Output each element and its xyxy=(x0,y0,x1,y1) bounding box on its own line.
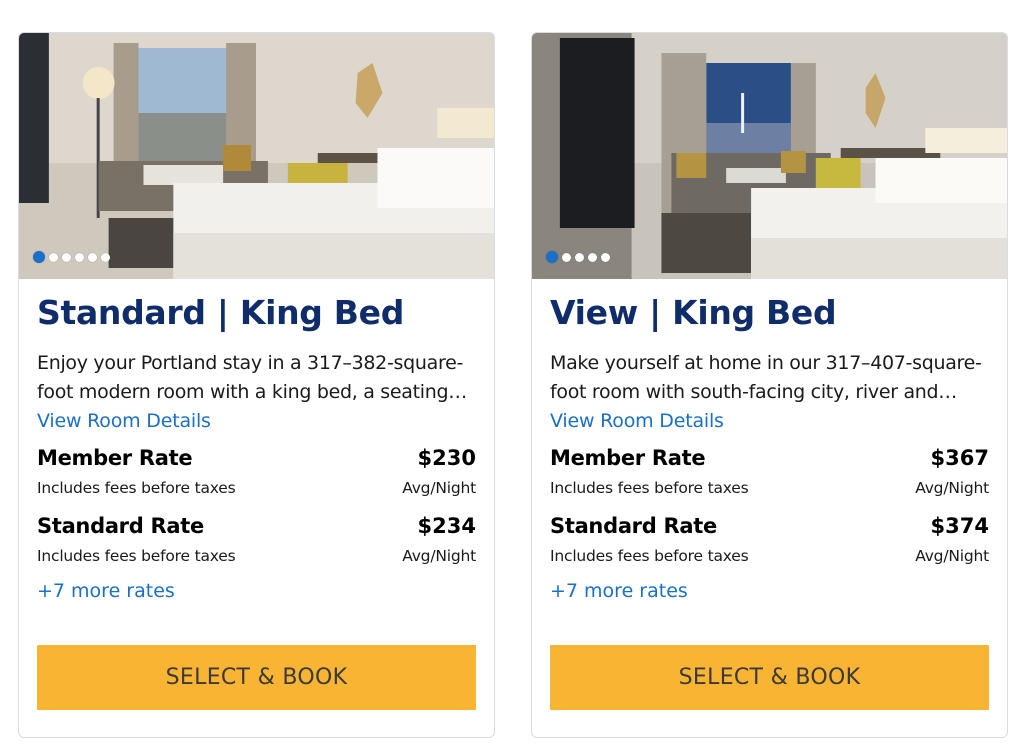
carousel-dot[interactable] xyxy=(75,252,84,262)
rate-name: Standard Rate xyxy=(550,514,717,538)
select-and-book-button[interactable]: SELECT & BOOK xyxy=(550,645,989,710)
rate-name: Member Rate xyxy=(37,446,193,470)
room-description-line: foot modern room with a king bed, a seat… xyxy=(37,381,467,403)
carousel-dot[interactable] xyxy=(588,252,597,262)
rate-name: Member Rate xyxy=(550,446,706,470)
rate-fee-note: Includes fees before taxes xyxy=(37,479,236,497)
room-photo xyxy=(19,33,494,279)
room-photo-carousel[interactable] xyxy=(19,33,494,279)
rate-price: $367 xyxy=(930,446,989,470)
room-card-standard-king: Standard | King Bed Enjoy your Portland … xyxy=(18,32,495,738)
rate-fee-note: Includes fees before taxes xyxy=(550,547,749,565)
carousel-dots xyxy=(546,251,610,263)
carousel-dot[interactable] xyxy=(546,251,558,263)
carousel-dot[interactable] xyxy=(33,251,45,263)
rate-fee-note: Includes fees before taxes xyxy=(550,479,749,497)
room-title: Standard | King Bed xyxy=(37,293,405,332)
room-description-line: foot room with south-facing city, river … xyxy=(550,381,957,403)
more-rates-link[interactable]: +7 more rates xyxy=(37,577,175,605)
rate-unit: Avg/Night xyxy=(915,547,989,565)
room-description-line: Make yourself at home in our 317–407-squ… xyxy=(550,352,982,374)
more-rates-link[interactable]: +7 more rates xyxy=(550,577,688,605)
carousel-dot[interactable] xyxy=(101,252,110,262)
carousel-dot[interactable] xyxy=(601,252,610,262)
room-photo xyxy=(532,33,1007,279)
select-and-book-button[interactable]: SELECT & BOOK xyxy=(37,645,476,710)
rate-unit: Avg/Night xyxy=(915,479,989,497)
rate-name: Standard Rate xyxy=(37,514,204,538)
carousel-dot[interactable] xyxy=(49,252,58,262)
carousel-dots xyxy=(33,251,110,263)
rate-unit: Avg/Night xyxy=(402,479,476,497)
rate-unit: Avg/Night xyxy=(402,547,476,565)
rate-row-standard: Standard Rate $374 Includes fees before … xyxy=(550,509,989,577)
carousel-dot[interactable] xyxy=(575,252,584,262)
room-description: Make yourself at home in our 317–407-squ… xyxy=(550,349,989,407)
carousel-dot[interactable] xyxy=(62,252,71,262)
rate-price: $234 xyxy=(417,514,476,538)
room-photo-carousel[interactable] xyxy=(532,33,1007,279)
rate-row-standard: Standard Rate $234 Includes fees before … xyxy=(37,509,476,577)
view-room-details-link[interactable]: View Room Details xyxy=(550,407,724,435)
view-room-details-link[interactable]: View Room Details xyxy=(37,407,211,435)
rate-row-member: Member Rate $230 Includes fees before ta… xyxy=(37,441,476,509)
carousel-dot[interactable] xyxy=(88,252,97,262)
carousel-dot[interactable] xyxy=(562,252,571,262)
rate-fee-note: Includes fees before taxes xyxy=(37,547,236,565)
rate-price: $230 xyxy=(417,446,476,470)
rate-price: $374 xyxy=(930,514,989,538)
room-description-line: Enjoy your Portland stay in a 317–382-sq… xyxy=(37,352,464,374)
room-card-view-king: View | King Bed Make yourself at home in… xyxy=(531,32,1008,738)
room-description: Enjoy your Portland stay in a 317–382-sq… xyxy=(37,349,476,407)
rate-row-member: Member Rate $367 Includes fees before ta… xyxy=(550,441,989,509)
room-title: View | King Bed xyxy=(550,293,837,332)
